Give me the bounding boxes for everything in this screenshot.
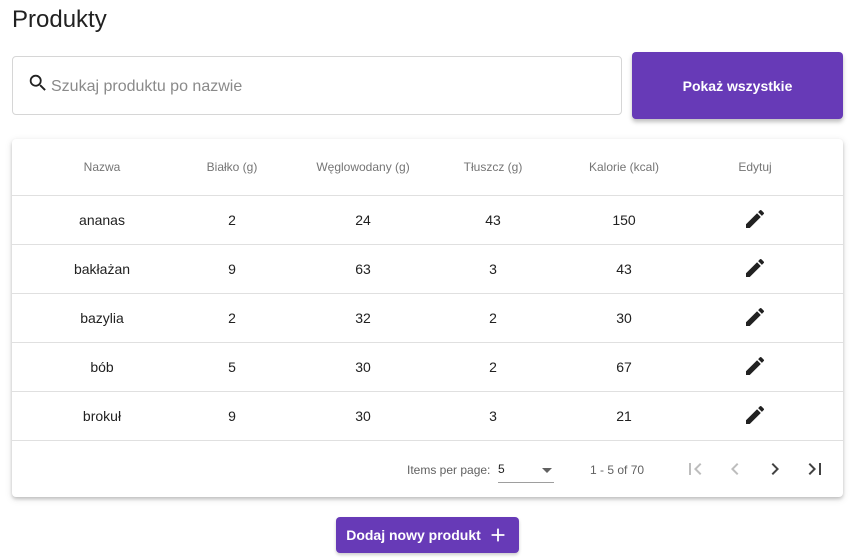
cell-calories: 67 (616, 359, 632, 375)
cell-protein: 5 (228, 359, 236, 375)
cell-carbs: 24 (355, 212, 371, 228)
cell-carbs: 30 (355, 359, 371, 375)
cell-fat: 2 (489, 359, 497, 375)
table-row: brokuł 9 30 3 21 (12, 392, 843, 441)
chevron-down-icon (542, 468, 552, 473)
column-header-edit: Edytuj (738, 160, 772, 174)
items-per-page-label: Items per page: (407, 463, 491, 477)
products-table: Nazwa Białko (g) Węglowodany (g) Tłuszcz… (12, 139, 843, 497)
table-row: bazylia 2 32 2 30 (12, 294, 843, 343)
cell-calories: 150 (612, 212, 636, 228)
page-range-label: 1 - 5 of 70 (590, 463, 645, 477)
column-header-protein[interactable]: Białko (g) (192, 160, 272, 174)
edit-icon[interactable] (743, 403, 767, 427)
cell-fat: 2 (489, 310, 497, 326)
add-product-label: Dodaj nowy produkt (346, 527, 481, 543)
cell-calories: 21 (616, 408, 632, 424)
previous-page-icon[interactable] (721, 455, 749, 483)
edit-icon[interactable] (743, 207, 767, 231)
search-icon (27, 72, 49, 99)
cell-name: bazylia (80, 310, 124, 326)
edit-icon[interactable] (743, 256, 767, 280)
edit-icon[interactable] (743, 354, 767, 378)
table-row: bób 5 30 2 67 (12, 343, 843, 392)
edit-icon[interactable] (743, 305, 767, 329)
table-row: bakłażan 9 63 3 43 (12, 245, 843, 294)
plus-icon (487, 524, 509, 546)
cell-carbs: 32 (355, 310, 371, 326)
page-title: Produkty (12, 6, 107, 33)
cell-name: bób (90, 359, 114, 375)
search-field[interactable] (12, 56, 622, 115)
column-header-fat[interactable]: Tłuszcz (g) (454, 160, 532, 174)
column-header-name[interactable]: Nazwa (12, 160, 192, 174)
cell-name: brokuł (82, 408, 122, 424)
cell-name: bakłażan (73, 261, 131, 277)
cell-calories: 43 (616, 261, 632, 277)
cell-carbs: 30 (355, 408, 371, 424)
first-page-icon[interactable] (681, 455, 709, 483)
table-header-row: Nazwa Białko (g) Węglowodany (g) Tłuszcz… (12, 139, 843, 196)
add-product-button[interactable]: Dodaj nowy produkt (336, 517, 519, 553)
column-header-carbs[interactable]: Węglowodany (g) (272, 160, 454, 174)
show-all-button[interactable]: Pokaż wszystkie (632, 52, 843, 119)
search-input[interactable] (51, 77, 591, 96)
cell-carbs: 63 (355, 261, 371, 277)
next-page-icon[interactable] (761, 455, 789, 483)
page-size-value: 5 (498, 462, 505, 476)
table-row: ananas 2 24 43 150 (12, 196, 843, 245)
cell-protein: 9 (228, 408, 236, 424)
last-page-icon[interactable] (801, 455, 829, 483)
cell-name: ananas (79, 212, 125, 228)
cell-fat: 3 (489, 408, 497, 424)
cell-calories: 30 (616, 310, 632, 326)
column-header-calories[interactable]: Kalorie (kcal) (532, 160, 716, 174)
cell-fat: 3 (489, 261, 497, 277)
page-size-select[interactable]: 5 (498, 459, 554, 483)
cell-protein: 9 (228, 261, 236, 277)
paginator: Items per page: 5 1 - 5 of 70 (12, 441, 843, 497)
cell-protein: 2 (228, 310, 236, 326)
cell-fat: 43 (485, 212, 501, 228)
cell-protein: 2 (228, 212, 236, 228)
